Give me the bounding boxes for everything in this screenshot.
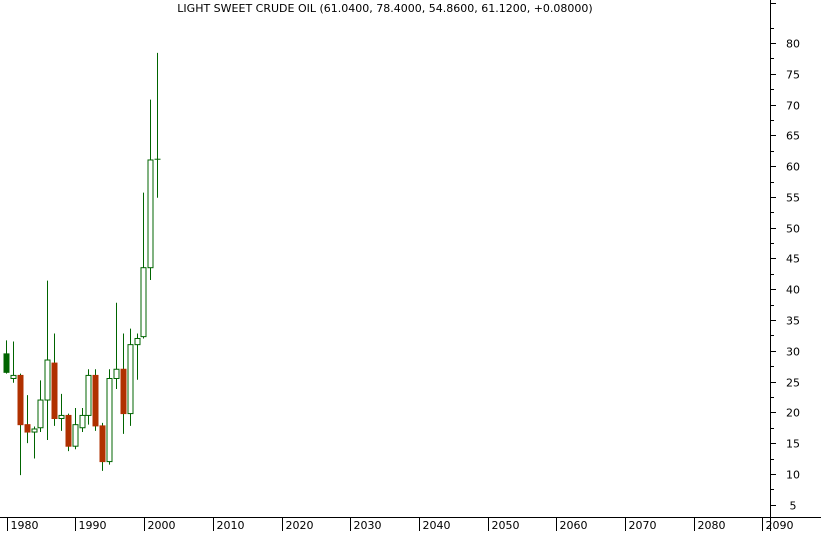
candle-body (51, 362, 58, 420)
y-tick-label: 75 (786, 69, 800, 82)
x-tick-label: 2070 (629, 519, 657, 531)
chart-title: LIGHT SWEET CRUDE OIL (61.0400, 78.4000,… (177, 2, 593, 15)
y-tick-label: 60 (786, 161, 800, 174)
y-tick-label: 80 (786, 38, 800, 51)
y-tick-label: 45 (786, 253, 800, 266)
y-tick-label: 30 (786, 346, 800, 359)
candle-body (65, 414, 72, 447)
y-tick-label: 55 (786, 192, 800, 205)
candle-body (99, 425, 106, 463)
y-tick-label: 10 (786, 469, 800, 482)
y-tick-label: 50 (786, 223, 800, 236)
x-tick-label: 1980 (11, 519, 39, 531)
x-tick-label: 2020 (286, 519, 314, 531)
y-tick-label: 70 (786, 100, 800, 113)
candle-body (85, 374, 92, 416)
candle-body (120, 368, 127, 415)
x-tick-label: 2090 (766, 519, 794, 531)
y-tick-label: 15 (786, 438, 800, 451)
x-tick-label: 2050 (492, 519, 520, 531)
candle-body (134, 337, 141, 346)
candle-body (72, 424, 79, 447)
candle-body (140, 267, 147, 338)
candle-body (37, 399, 44, 429)
candle-body (17, 374, 24, 426)
candle-body (3, 353, 10, 373)
candle-body (79, 414, 86, 429)
y-tick-label: 40 (786, 284, 800, 297)
y-tick-label: 25 (786, 377, 800, 390)
candle-body (58, 414, 65, 420)
chart: LIGHT SWEET CRUDE OIL (61.0400, 78.4000,… (0, 0, 821, 532)
candle-body (44, 359, 51, 401)
x-tick-label: 1990 (79, 519, 107, 531)
x-tick-label: 2080 (698, 519, 726, 531)
candle-body (113, 368, 120, 379)
candle-body (24, 424, 31, 433)
candle-body (92, 374, 99, 427)
candle-body (147, 159, 154, 269)
y-tick-label: 20 (786, 407, 800, 420)
x-tick-label: 2010 (217, 519, 245, 531)
candle-body (10, 374, 17, 379)
x-tick-label: 2030 (354, 519, 382, 531)
y-tick-label: 35 (786, 315, 800, 328)
y-tick-label: 5 (790, 500, 797, 513)
chart-plot: 5 10 15 20 25 30 35 40 45 50 55 60 65 70 75 80 1980 1990 2… (0, 0, 821, 532)
x-tick-label: 2000 (148, 519, 176, 531)
x-tick-label: 2060 (560, 519, 588, 531)
candle-body (127, 344, 134, 415)
candle-body (106, 377, 113, 463)
y-tick-label: 65 (786, 130, 800, 143)
x-tick-label: 2040 (423, 519, 451, 531)
candle-body (31, 428, 38, 433)
